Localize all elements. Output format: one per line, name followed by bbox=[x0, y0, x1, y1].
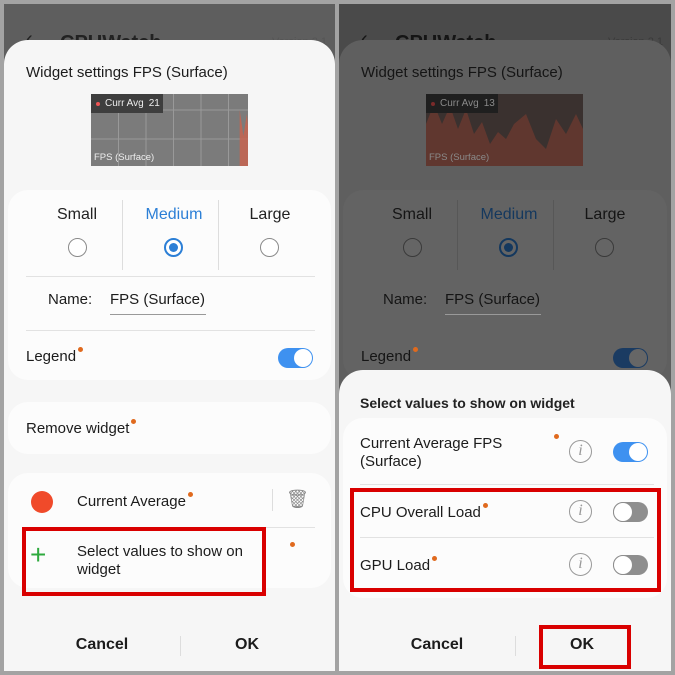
highlight-box bbox=[350, 488, 661, 592]
badge-value: 13 bbox=[483, 98, 495, 109]
size-large-radio[interactable] bbox=[595, 238, 614, 257]
right-screen: ‹ CPUWatch Version 2.1 Widget settings F… bbox=[339, 4, 671, 671]
preview-label: FPS (Surface) bbox=[94, 152, 155, 163]
badge-label: Curr Avg bbox=[440, 98, 479, 109]
size-small-label[interactable]: Small bbox=[372, 206, 452, 224]
badge-dot-icon bbox=[554, 434, 559, 439]
divider bbox=[272, 489, 273, 511]
current-average-label: Current Average bbox=[77, 493, 193, 511]
remove-widget-button[interactable]: Remove widget bbox=[8, 402, 331, 454]
divider bbox=[122, 200, 123, 270]
divider bbox=[360, 484, 654, 485]
settings-card: Small Medium Large Name: FPS (Surface) L… bbox=[343, 190, 667, 380]
divider bbox=[553, 200, 554, 270]
divider bbox=[515, 636, 516, 656]
divider bbox=[457, 200, 458, 270]
legend-dot-icon bbox=[96, 102, 100, 106]
size-medium-radio[interactable] bbox=[164, 238, 183, 257]
cancel-button[interactable]: Cancel bbox=[387, 636, 487, 654]
badge-value: 21 bbox=[148, 98, 160, 109]
size-large-radio[interactable] bbox=[260, 238, 279, 257]
preview-badge: Curr Avg 21 bbox=[91, 94, 163, 113]
legend-label: Legend bbox=[361, 348, 418, 366]
size-small-radio[interactable] bbox=[403, 238, 422, 257]
info-icon[interactable]: i bbox=[569, 440, 592, 463]
trash-icon[interactable]: 🗑 bbox=[286, 489, 309, 510]
color-dot-icon[interactable] bbox=[31, 491, 53, 513]
highlight-box bbox=[22, 527, 266, 596]
sheet-title: Select values to show on widget bbox=[360, 395, 575, 411]
divider bbox=[180, 636, 181, 656]
select-values-sheet: Select values to show on widget Current … bbox=[339, 370, 671, 671]
size-medium-label[interactable]: Medium bbox=[134, 206, 214, 224]
ok-button[interactable]: OK bbox=[197, 636, 297, 654]
preview-badge: Curr Avg 13 bbox=[426, 94, 498, 113]
widget-preview: Curr Avg 13 FPS (Surface) bbox=[426, 94, 583, 166]
legend-dot-icon bbox=[431, 102, 435, 106]
name-label: Name: bbox=[383, 291, 428, 308]
name-input[interactable]: FPS (Surface) bbox=[445, 291, 541, 315]
highlight-box bbox=[539, 625, 631, 669]
widget-settings-dialog: Widget settings FPS (Surface) Curr Avg 21… bbox=[4, 40, 335, 671]
badge-dot-icon bbox=[290, 542, 295, 547]
size-medium-radio[interactable] bbox=[499, 238, 518, 257]
remove-widget-label: Remove widget bbox=[26, 420, 136, 438]
widget-preview: Curr Avg 21 FPS (Surface) bbox=[91, 94, 248, 166]
size-medium-label[interactable]: Medium bbox=[469, 206, 549, 224]
legend-toggle[interactable] bbox=[613, 348, 648, 368]
name-input[interactable]: FPS (Surface) bbox=[110, 291, 206, 315]
name-label: Name: bbox=[48, 291, 93, 308]
size-large-label[interactable]: Large bbox=[230, 206, 310, 224]
left-screen: ‹ CPUWatch Version 2.1 Widget settings F… bbox=[4, 4, 335, 671]
dialog-title: Widget settings FPS (Surface) bbox=[26, 64, 228, 81]
option-toggle-current-average[interactable] bbox=[613, 442, 648, 462]
legend-label: Legend bbox=[26, 348, 83, 366]
size-small-label[interactable]: Small bbox=[37, 206, 117, 224]
size-large-label[interactable]: Large bbox=[565, 206, 645, 224]
legend-toggle[interactable] bbox=[278, 348, 313, 368]
option-label: Current Average FPS (Surface) bbox=[360, 435, 503, 470]
divider bbox=[26, 330, 315, 331]
settings-card: Small Medium Large Name: FPS (Surface) L… bbox=[8, 190, 331, 380]
preview-label: FPS (Surface) bbox=[429, 152, 490, 163]
divider bbox=[26, 276, 315, 277]
size-small-radio[interactable] bbox=[68, 238, 87, 257]
cancel-button[interactable]: Cancel bbox=[52, 636, 152, 654]
divider bbox=[218, 200, 219, 270]
dialog-title: Widget settings FPS (Surface) bbox=[361, 64, 563, 81]
fps-series-area bbox=[239, 110, 248, 166]
badge-label: Curr Avg bbox=[105, 98, 144, 109]
